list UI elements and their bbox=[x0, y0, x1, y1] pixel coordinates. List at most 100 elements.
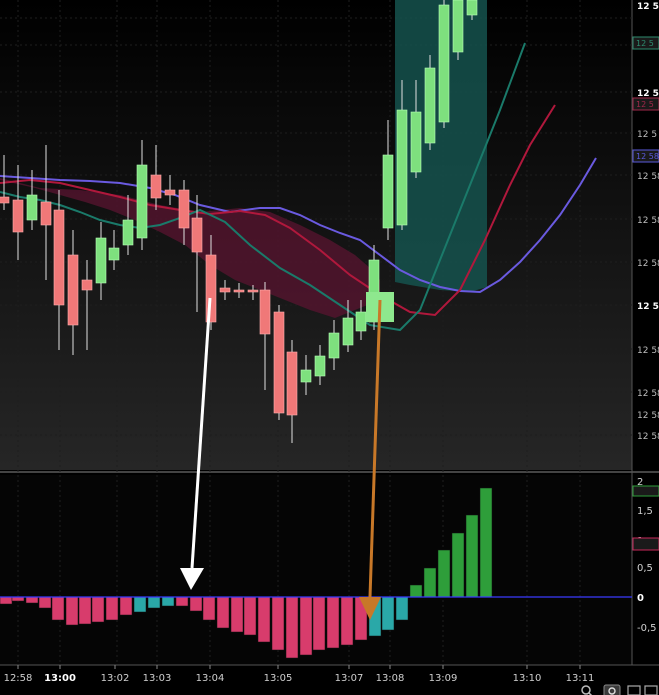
candle bbox=[191, 217, 203, 253]
histogram-bar bbox=[91, 596, 105, 623]
candle bbox=[53, 209, 65, 306]
time-axis: 12:58 13:00 13:02 13:03 13:04 13:05 13:07 13:08… bbox=[4, 665, 595, 684]
candle bbox=[67, 254, 79, 326]
candle bbox=[205, 254, 217, 323]
toolbar-icons[interactable] bbox=[581, 684, 658, 695]
price-axis-label: 12 5 bbox=[637, 302, 659, 312]
histogram-bar bbox=[78, 596, 92, 625]
histogram-bar bbox=[465, 514, 479, 598]
price-axis-label: 12 58 bbox=[637, 389, 659, 399]
oscillator-axis-label: 0 bbox=[637, 593, 644, 604]
price-axis-label: 12 58 bbox=[637, 259, 659, 269]
candle bbox=[12, 199, 24, 233]
histogram-bar bbox=[271, 596, 285, 651]
time-axis-label: 13:11 bbox=[566, 673, 595, 684]
candle bbox=[452, 0, 464, 53]
candle bbox=[95, 237, 107, 284]
histogram-bar bbox=[423, 567, 437, 598]
price-axis-label: 12 58 bbox=[637, 216, 659, 226]
price-badge-text: 12 58 bbox=[636, 152, 659, 161]
time-axis-label: 12:58 bbox=[4, 673, 33, 684]
candle bbox=[26, 194, 38, 221]
price-badge-text: 12 5 bbox=[636, 39, 654, 48]
trading-chart[interactable]: 12 5 12 5 12 5 12 58 12 58 12 58 12 5 12 58 12 5… bbox=[0, 0, 659, 695]
candle bbox=[314, 355, 326, 377]
window-icon[interactable] bbox=[627, 685, 641, 695]
candle bbox=[355, 311, 367, 332]
histogram-bar bbox=[340, 596, 354, 646]
price-badge-text: 12 5 bbox=[636, 100, 654, 109]
price-axis-label: 12 5 bbox=[637, 2, 659, 12]
oscillator-axis-label: -0,5 bbox=[637, 623, 657, 634]
price-axis-label: 12 58 bbox=[637, 172, 659, 182]
candle bbox=[233, 289, 245, 293]
oscillator-badge-green bbox=[632, 485, 659, 497]
candle bbox=[122, 219, 134, 246]
window-icon-2[interactable] bbox=[644, 685, 658, 695]
histogram-bar bbox=[133, 596, 147, 613]
candle bbox=[396, 109, 408, 226]
candle bbox=[247, 289, 259, 293]
settings-icon[interactable] bbox=[603, 684, 621, 695]
candle bbox=[259, 289, 271, 335]
histogram-bar bbox=[299, 596, 313, 656]
time-axis-label: 13:10 bbox=[513, 673, 542, 684]
candle bbox=[382, 154, 394, 229]
histogram-bar bbox=[216, 596, 230, 629]
candle bbox=[300, 369, 312, 383]
histogram-bar bbox=[257, 596, 271, 643]
histogram-bar bbox=[161, 596, 175, 607]
histogram-bar bbox=[409, 584, 423, 598]
candle bbox=[136, 164, 148, 239]
oscillator-axis-label: 1,5 bbox=[637, 506, 653, 517]
histogram-bar bbox=[0, 596, 13, 605]
oscillator-badge-pink bbox=[632, 537, 659, 551]
histogram-bar bbox=[312, 596, 326, 651]
histogram-bar bbox=[51, 596, 65, 621]
histogram-bar bbox=[326, 596, 340, 649]
histogram-bar bbox=[437, 549, 451, 598]
time-axis-label: 13:09 bbox=[429, 673, 458, 684]
histogram-bar bbox=[381, 596, 395, 631]
price-axis-label: 12 58 bbox=[637, 432, 659, 442]
oscillator-axis: 21,510,50-0,5 bbox=[632, 477, 659, 634]
candle bbox=[424, 67, 436, 144]
histogram-bar bbox=[479, 487, 493, 598]
candle bbox=[0, 196, 10, 204]
time-axis-label: 13:02 bbox=[101, 673, 130, 684]
price-axis-label: 12 58 bbox=[637, 411, 659, 421]
candle bbox=[108, 247, 120, 261]
candle bbox=[438, 4, 450, 123]
candle bbox=[410, 111, 422, 173]
histogram-bar bbox=[25, 596, 39, 604]
candle bbox=[150, 174, 162, 199]
histogram-bar bbox=[119, 596, 133, 616]
price-axis-label: 12 58 bbox=[637, 346, 659, 356]
histogram-bar bbox=[38, 596, 52, 609]
candle bbox=[81, 279, 93, 291]
histogram-bar bbox=[285, 596, 299, 659]
candle bbox=[40, 201, 52, 226]
time-axis-label: 13:07 bbox=[335, 673, 364, 684]
candle bbox=[178, 189, 190, 229]
candle bbox=[273, 311, 285, 414]
candle bbox=[466, 0, 478, 16]
histogram-bar bbox=[451, 532, 465, 598]
histogram-bar bbox=[189, 596, 203, 612]
time-axis-label: 13:04 bbox=[196, 673, 225, 684]
oscillator-axis-label: 0,5 bbox=[637, 563, 653, 574]
histogram-bar bbox=[202, 596, 216, 621]
price-axis: 12 5 12 5 12 5 12 58 12 58 12 58 12 5 12 58 12 5… bbox=[632, 2, 659, 442]
candle bbox=[164, 189, 176, 196]
histogram-bar bbox=[395, 596, 409, 621]
candle bbox=[286, 351, 298, 416]
time-axis-label: 13:05 bbox=[264, 673, 293, 684]
time-axis-label: 13:08 bbox=[376, 673, 405, 684]
histogram-bar bbox=[243, 596, 257, 636]
histogram-bar bbox=[65, 596, 79, 626]
price-axis-label: 12 5 bbox=[637, 130, 657, 140]
search-icon[interactable] bbox=[581, 685, 593, 695]
histogram-bar bbox=[147, 596, 161, 609]
candle bbox=[342, 317, 354, 346]
histogram-bar bbox=[105, 596, 119, 621]
